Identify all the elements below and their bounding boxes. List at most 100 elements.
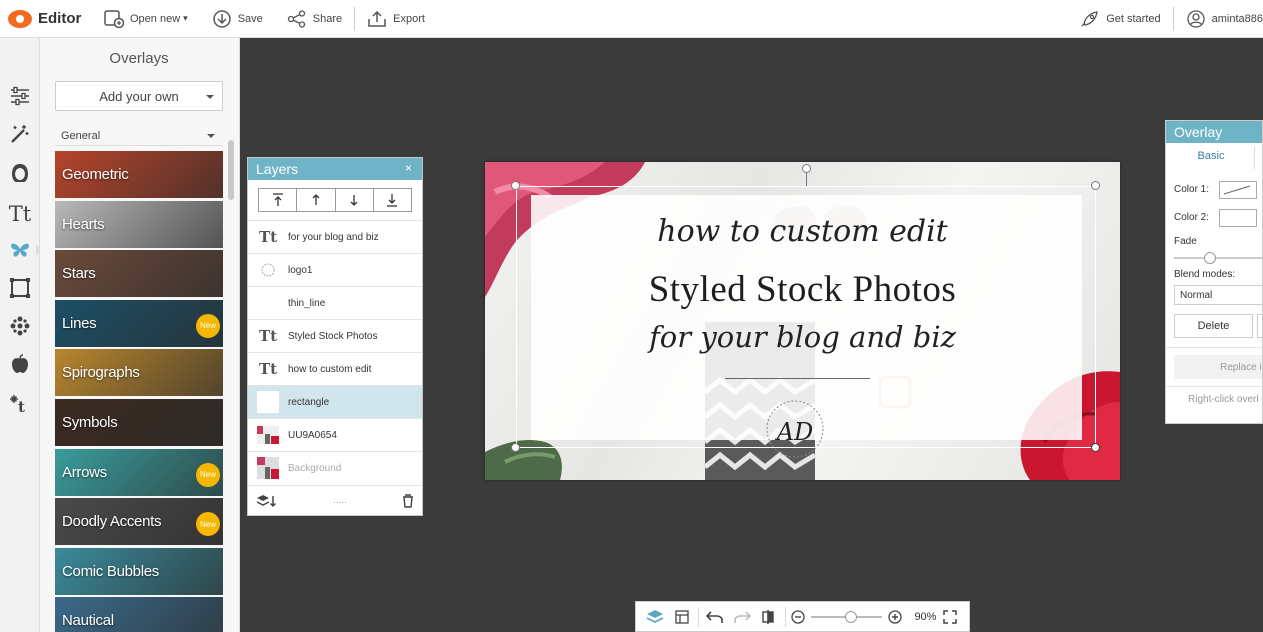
- divider: [698, 606, 699, 627]
- fade-label: Fade: [1174, 236, 1197, 247]
- layer-name: for your blog and biz: [288, 231, 379, 243]
- overlay-category-label: Symbols: [62, 413, 118, 431]
- overlay-category-item[interactable]: Stars: [55, 250, 223, 298]
- overlay-category-label: Spirographs: [62, 364, 140, 382]
- caret-down-icon: [206, 95, 214, 99]
- layer-thumb: [256, 259, 280, 281]
- tab-advanced[interactable]: [1254, 147, 1262, 169]
- delete-button[interactable]: Delete: [1174, 314, 1253, 338]
- export-label: Export: [393, 12, 425, 25]
- user-menu[interactable]: aminta886: [1174, 0, 1263, 38]
- overlay-category-item[interactable]: Comic Bubbles: [55, 547, 223, 595]
- color2-swatch[interactable]: [1219, 209, 1257, 227]
- overlay-category-item[interactable]: Geometric: [55, 151, 223, 198]
- textures-icon[interactable]: [8, 314, 32, 338]
- layer-row[interactable]: rectangle: [248, 385, 422, 418]
- save-button[interactable]: Save: [200, 0, 275, 38]
- design-icon[interactable]: t: [8, 391, 32, 415]
- selection-box[interactable]: [516, 186, 1096, 448]
- image-canvas[interactable]: how to custom edit Styled Stock Photos f…: [485, 162, 1120, 480]
- layer-row[interactable]: UU9A0654: [248, 418, 422, 451]
- duplicate-button[interactable]: [1257, 314, 1262, 338]
- compare-button[interactable]: [755, 603, 782, 631]
- overlay-settings-header[interactable]: Overlay: [1166, 121, 1262, 143]
- redo-icon: [733, 610, 751, 623]
- resize-handle-bottom-right[interactable]: [1091, 443, 1100, 452]
- username: aminta886: [1211, 13, 1263, 25]
- layer-row[interactable]: logo1: [248, 253, 422, 286]
- layer-row[interactable]: Tt how to custom edit: [248, 352, 422, 385]
- layer-row[interactable]: Tt for your blog and biz: [248, 220, 422, 253]
- grid-button[interactable]: [669, 603, 696, 631]
- share-label: Share: [312, 12, 343, 25]
- category-select[interactable]: General: [55, 126, 223, 146]
- replace-image-button[interactable]: Replace i: [1174, 355, 1262, 379]
- scrollbar[interactable]: [228, 130, 234, 630]
- resize-handle-top-right[interactable]: [1091, 181, 1100, 190]
- send-to-back-button[interactable]: [374, 189, 411, 211]
- layer-row[interactable]: thin_line: [248, 286, 422, 319]
- zoom-slider-knob[interactable]: [845, 610, 858, 623]
- overlay-category-item[interactable]: Doodly Accents New: [55, 498, 223, 546]
- fade-slider-track[interactable]: [1174, 257, 1262, 259]
- zoom-slider-track[interactable]: [811, 610, 882, 623]
- blend-modes-label: Blend modes:: [1174, 269, 1236, 280]
- layers-header[interactable]: Layers ×: [248, 158, 422, 180]
- layer-name: rectangle: [288, 396, 330, 408]
- layer-name: Background: [288, 462, 342, 474]
- close-icon[interactable]: ×: [405, 161, 412, 175]
- fullscreen-icon: [942, 609, 957, 624]
- overlay-category-item[interactable]: Hearts: [55, 200, 223, 248]
- bring-to-front-button[interactable]: [259, 189, 298, 211]
- send-to-back-icon: [387, 194, 398, 207]
- redo-button[interactable]: [729, 603, 756, 631]
- layer-thumb: [256, 424, 280, 446]
- layer-name: UU9A0654: [288, 429, 337, 441]
- overlay-category-item[interactable]: Nautical: [55, 597, 223, 632]
- layer-thumb: Tt: [256, 325, 280, 347]
- color2-label: Color 2:: [1174, 212, 1210, 223]
- flatten-layers-icon[interactable]: [256, 494, 278, 508]
- overlay-category-item[interactable]: Arrows New: [55, 448, 223, 496]
- touch-up-face-icon[interactable]: [8, 161, 32, 185]
- layer-row[interactable]: Tt Styled Stock Photos: [248, 319, 422, 352]
- brand[interactable]: Editor: [0, 9, 92, 28]
- scrollbar-thumb[interactable]: [228, 140, 234, 200]
- resize-handle-top-left[interactable]: [511, 181, 520, 190]
- fade-slider-knob[interactable]: [1204, 252, 1216, 264]
- frames-icon[interactable]: [8, 276, 32, 300]
- text-icon[interactable]: Tt: [8, 202, 32, 226]
- share-button[interactable]: Share: [275, 0, 354, 38]
- undo-button[interactable]: [702, 603, 729, 631]
- adjustments-icon[interactable]: [8, 84, 32, 108]
- trash-icon[interactable]: [402, 493, 414, 508]
- layer-row[interactable]: Background: [248, 451, 422, 484]
- bring-forward-button[interactable]: [297, 189, 336, 211]
- bottom-toolbar: 90%: [635, 601, 970, 632]
- zoom-in-button[interactable]: [886, 603, 905, 631]
- color1-swatch[interactable]: [1219, 181, 1257, 199]
- export-button[interactable]: Export: [355, 0, 437, 38]
- overlay-category-list: Geometric Hearts Stars Lines New Spirographs S…: [55, 151, 223, 632]
- themes-apple-icon[interactable]: [8, 352, 32, 376]
- get-started-button[interactable]: Get started: [1068, 0, 1172, 38]
- overlay-category-item[interactable]: Symbols: [55, 398, 223, 446]
- zoom-out-icon: [791, 609, 805, 624]
- add-your-own-button[interactable]: Add your own: [55, 81, 223, 111]
- zoom-out-button[interactable]: [788, 603, 807, 631]
- fullscreen-button[interactable]: [936, 603, 963, 631]
- overlay-category-item[interactable]: Lines New: [55, 299, 223, 347]
- layers-toggle-button[interactable]: [642, 603, 669, 631]
- send-backward-button[interactable]: [336, 189, 374, 211]
- open-new-button[interactable]: Open new ▾: [92, 0, 200, 38]
- blend-mode-select[interactable]: Normal: [1174, 285, 1262, 305]
- layer-thumb: Tt: [256, 226, 280, 248]
- chevron-down-icon: ▾: [183, 13, 188, 23]
- resize-handle-bottom-left[interactable]: [511, 443, 520, 452]
- overlay-settings-title: Overlay: [1174, 124, 1223, 140]
- tab-basic[interactable]: Basic: [1174, 147, 1248, 167]
- drag-handle-dots[interactable]: .....: [333, 495, 347, 506]
- effects-wand-icon[interactable]: [8, 122, 32, 146]
- overlay-category-item[interactable]: Spirographs: [55, 349, 223, 397]
- overlays-butterfly-icon[interactable]: [8, 238, 42, 262]
